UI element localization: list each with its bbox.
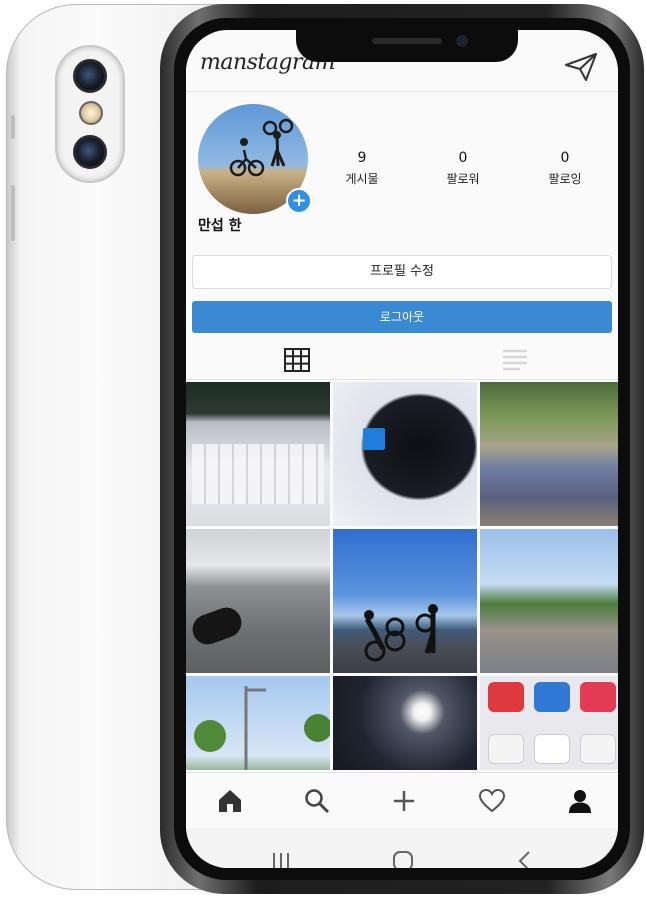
stat-value: 9 xyxy=(357,150,367,166)
post-thumbnail[interactable] xyxy=(186,529,330,673)
app-icon xyxy=(488,682,524,712)
volume-button xyxy=(11,185,15,241)
app-icon xyxy=(580,682,616,712)
heart-icon[interactable] xyxy=(478,787,506,815)
search-icon[interactable] xyxy=(303,787,331,815)
view-tabs xyxy=(186,340,618,380)
camera-lens-icon xyxy=(73,135,107,169)
app-icon xyxy=(534,734,570,764)
stat-value: 0 xyxy=(560,150,570,166)
logout-button[interactable]: 로그아웃 xyxy=(192,301,612,333)
flash-icon xyxy=(79,101,103,125)
notch xyxy=(296,30,518,62)
post-thumbnail[interactable] xyxy=(480,676,618,770)
edit-profile-button[interactable]: 프로필 수정 xyxy=(192,255,612,289)
add-icon[interactable] xyxy=(390,787,418,815)
bottom-nav xyxy=(186,772,618,828)
list-icon[interactable] xyxy=(502,348,528,372)
front-camera-icon xyxy=(456,35,468,47)
lamp-photo xyxy=(194,686,330,770)
phone-bezel: manstagram + 만섭 한 9 게시물 0 팔로워 0 팔로잉 프로필 … xyxy=(174,18,630,880)
post-thumbnail[interactable] xyxy=(333,529,477,673)
app-icon xyxy=(488,734,524,764)
send-icon[interactable] xyxy=(564,52,598,82)
phone-screen: manstagram + 만섭 한 9 게시물 0 팔로워 0 팔로잉 프로필 … xyxy=(186,30,618,868)
stat-posts[interactable]: 9 게시물 xyxy=(322,150,402,187)
stat-followers[interactable]: 0 팔로워 xyxy=(423,150,503,187)
earpiece xyxy=(372,38,442,44)
app-icon xyxy=(580,734,616,764)
profile-icon[interactable] xyxy=(566,787,594,815)
profile-username: 만섭 한 xyxy=(198,218,242,234)
system-nav-bar xyxy=(186,828,618,868)
cyclists-photo xyxy=(364,604,438,662)
stat-label: 게시물 xyxy=(345,172,379,186)
stat-following[interactable]: 0 팔로잉 xyxy=(525,150,605,187)
post-thumbnail[interactable] xyxy=(480,529,618,673)
post-grid xyxy=(186,382,618,770)
post-thumbnail[interactable] xyxy=(333,676,477,770)
home-icon[interactable] xyxy=(216,787,244,815)
home-button-icon[interactable] xyxy=(390,848,416,868)
phone-frame: manstagram + 만섭 한 9 게시물 0 팔로워 0 팔로잉 프로필 … xyxy=(160,4,644,894)
profile-header: + 만섭 한 9 게시물 0 팔로워 0 팔로잉 xyxy=(186,100,618,270)
app-icon xyxy=(534,682,570,712)
post-thumbnail[interactable] xyxy=(186,676,330,770)
camera-lens-icon xyxy=(73,59,107,93)
grid-icon[interactable] xyxy=(284,348,310,372)
stat-label: 팔로워 xyxy=(446,172,480,186)
rear-camera-module xyxy=(55,45,125,183)
post-thumbnail[interactable] xyxy=(480,382,618,526)
back-icon[interactable] xyxy=(512,848,538,868)
add-story-button[interactable]: + xyxy=(286,188,312,214)
post-thumbnail[interactable] xyxy=(186,382,330,526)
stat-label: 팔로잉 xyxy=(548,172,582,186)
recent-apps-icon[interactable] xyxy=(268,848,294,868)
post-thumbnail[interactable] xyxy=(333,382,477,526)
mute-switch xyxy=(11,115,15,139)
stat-value: 0 xyxy=(458,150,468,166)
